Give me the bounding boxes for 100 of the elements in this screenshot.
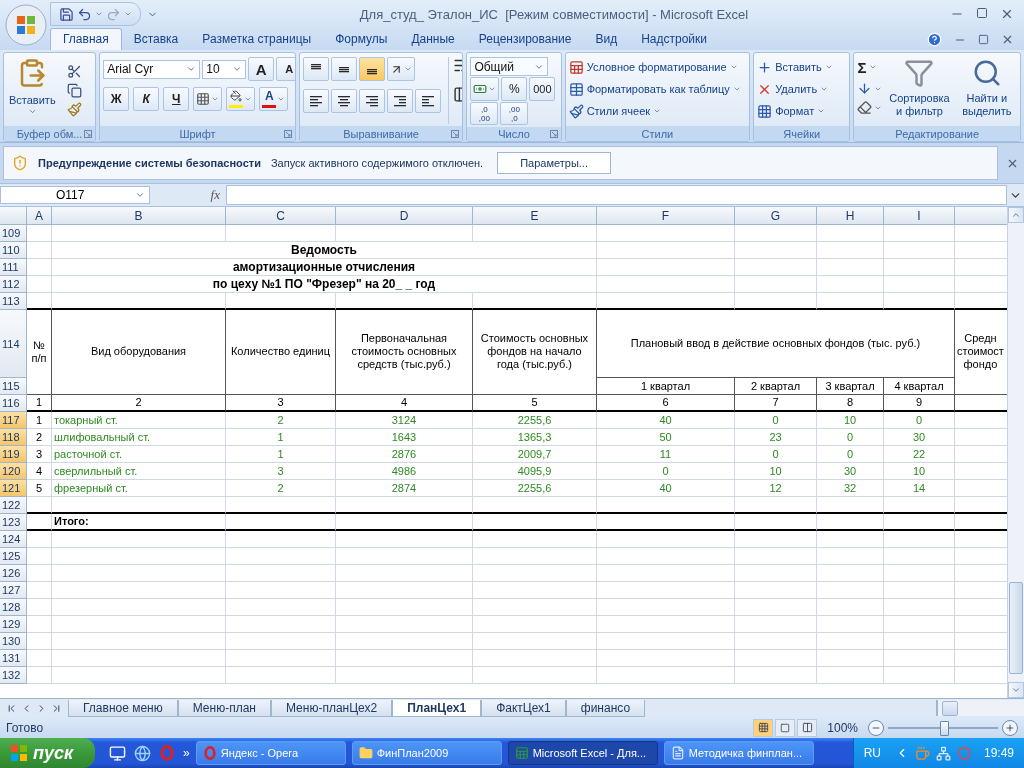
empty-cell[interactable] — [226, 599, 336, 616]
row-header[interactable]: 113 — [0, 293, 27, 310]
empty-cell[interactable] — [473, 616, 597, 633]
empty-cell[interactable] — [884, 293, 955, 310]
empty-cell[interactable] — [884, 531, 955, 548]
empty-cell[interactable] — [735, 293, 817, 310]
network-icon[interactable] — [935, 745, 951, 761]
decrease-indent-button[interactable] — [386, 89, 413, 113]
empty-cell[interactable] — [473, 514, 597, 531]
empty-cell[interactable] — [817, 259, 884, 276]
empty-cell[interactable] — [336, 225, 473, 242]
empty-cell[interactable] — [52, 225, 226, 242]
cells-menu-button[interactable]: Формат — [757, 101, 833, 121]
empty-cell[interactable] — [336, 531, 473, 548]
close-icon[interactable] — [1001, 33, 1014, 46]
copy-icon[interactable] — [66, 83, 82, 98]
empty-cell[interactable] — [735, 497, 817, 514]
empty-cell[interactable] — [52, 582, 226, 599]
row-header[interactable]: 115 — [0, 378, 27, 395]
empty-cell[interactable] — [336, 582, 473, 599]
fill-color-button[interactable] — [226, 87, 256, 111]
empty-cell[interactable] — [817, 531, 884, 548]
empty-cell[interactable] — [52, 565, 226, 582]
ribbon-tab[interactable]: Рецензирование — [466, 29, 584, 50]
maximize-icon[interactable] — [976, 7, 988, 19]
zoom-slider-thumb[interactable] — [940, 720, 949, 736]
font-size-select[interactable]: 10 — [202, 59, 247, 79]
shield-icon[interactable] — [956, 745, 972, 761]
empty-cell[interactable] — [52, 293, 226, 310]
empty-cell[interactable] — [52, 531, 226, 548]
cells-menu-button[interactable]: Удалить — [757, 79, 833, 99]
row-header[interactable]: 114 — [0, 310, 27, 378]
empty-cell[interactable] — [473, 599, 597, 616]
empty-cell[interactable] — [52, 497, 226, 514]
empty-cell[interactable] — [884, 225, 955, 242]
row-header[interactable]: 112 — [0, 276, 27, 293]
zoom-out-button[interactable] — [868, 719, 884, 736]
empty-cell[interactable] — [52, 599, 226, 616]
dialog-launcher-icon[interactable] — [84, 129, 93, 138]
column-letter-header[interactable]: B — [52, 207, 226, 225]
empty-cell[interactable] — [884, 565, 955, 582]
horizontal-scrollbar[interactable] — [936, 700, 1024, 716]
row-header[interactable]: 127 — [0, 582, 27, 599]
shrink-font-button[interactable]: A — [276, 57, 295, 81]
empty-cell[interactable] — [884, 514, 955, 531]
increase-indent-button[interactable] — [414, 89, 441, 113]
empty-cell[interactable] — [226, 497, 336, 514]
more-icon[interactable]: » — [183, 746, 190, 760]
paste-button[interactable]: Вставить — [7, 57, 58, 124]
empty-cell[interactable] — [226, 225, 336, 242]
align-top-button[interactable] — [302, 57, 329, 81]
empty-cell[interactable] — [735, 599, 817, 616]
styles-menu-button[interactable]: Условное форматирование — [568, 57, 741, 77]
empty-cell[interactable] — [735, 633, 817, 650]
sheet-tab[interactable]: Меню-планЦех2 — [270, 699, 393, 717]
row-header[interactable]: 119 — [0, 446, 27, 463]
empty-cell[interactable] — [817, 616, 884, 633]
ring-icon[interactable] — [159, 745, 175, 761]
empty-cell[interactable] — [336, 548, 473, 565]
coffee-icon[interactable] — [914, 745, 930, 761]
empty-cell[interactable] — [735, 514, 817, 531]
column-letter-header[interactable]: D — [336, 207, 473, 225]
empty-cell[interactable] — [597, 276, 735, 293]
row-header[interactable]: 128 — [0, 599, 27, 616]
empty-cell[interactable] — [597, 599, 735, 616]
number-format-select[interactable]: Общий — [470, 57, 549, 76]
clear-button[interactable] — [857, 100, 883, 115]
currency-button[interactable] — [470, 77, 500, 101]
empty-cell[interactable] — [336, 633, 473, 650]
empty-cell[interactable] — [226, 548, 336, 565]
formula-input[interactable] — [226, 185, 1007, 205]
undo-icon[interactable] — [77, 6, 92, 22]
column-letter-header[interactable]: H — [817, 207, 884, 225]
empty-cell[interactable] — [336, 293, 473, 310]
row-header[interactable]: 132 — [0, 667, 27, 684]
empty-cell[interactable] — [226, 582, 336, 599]
empty-cell[interactable] — [735, 582, 817, 599]
empty-cell[interactable] — [735, 667, 817, 684]
row-header[interactable]: 130 — [0, 633, 27, 650]
percent-button[interactable]: % — [501, 77, 528, 101]
empty-cell[interactable] — [597, 225, 735, 242]
row-header[interactable]: 131 — [0, 650, 27, 667]
row-header[interactable]: 117 — [0, 412, 27, 429]
row-header[interactable]: 110 — [0, 242, 27, 259]
empty-cell[interactable] — [817, 582, 884, 599]
empty-cell[interactable] — [884, 276, 955, 293]
row-header[interactable]: 125 — [0, 548, 27, 565]
empty-cell[interactable] — [817, 548, 884, 565]
row-header[interactable]: 129 — [0, 616, 27, 633]
sheet-tab[interactable]: Главное меню — [68, 699, 178, 717]
empty-cell[interactable] — [597, 565, 735, 582]
save-icon[interactable] — [59, 6, 74, 22]
empty-cell[interactable] — [473, 650, 597, 667]
empty-cell[interactable] — [597, 242, 735, 259]
orientation-button[interactable] — [386, 57, 415, 81]
sort-filter-button[interactable]: Сортировка и фильтр — [885, 57, 954, 124]
ribbon-tab[interactable]: Вставка — [121, 29, 191, 50]
empty-cell[interactable] — [336, 565, 473, 582]
increase-decimal-button[interactable]: ,0 ,00 — [470, 102, 499, 125]
grow-font-button[interactable]: A — [248, 57, 275, 81]
